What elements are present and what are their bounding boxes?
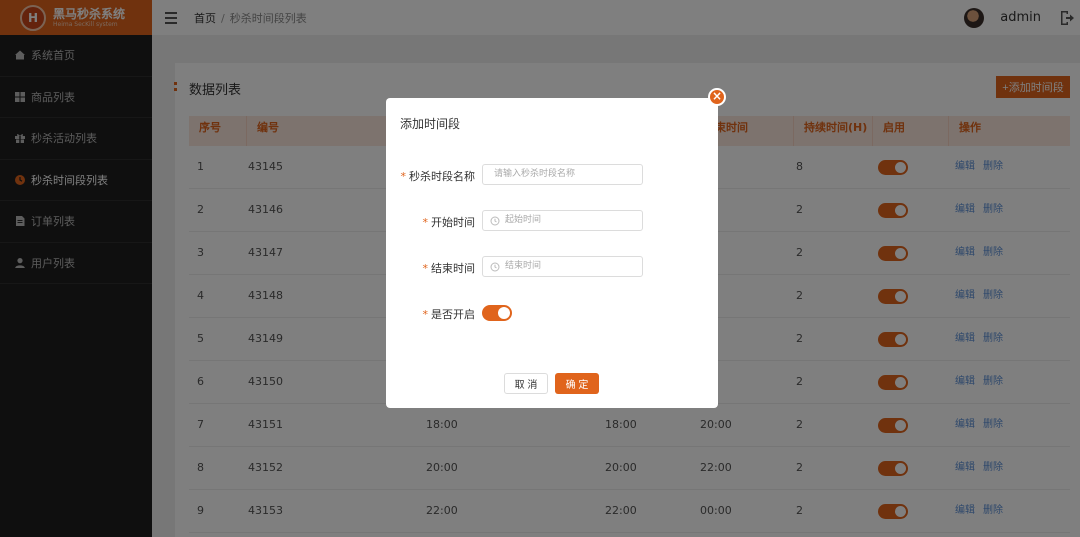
enabled-label: * 是否开启 [422, 308, 476, 321]
name-field-label: * 秒杀时段名称 [400, 170, 476, 183]
confirm-button[interactable]: 确 定 [555, 373, 599, 394]
clock-icon [490, 262, 500, 272]
toggle-knob [498, 307, 510, 319]
start-time-label: * 开始时间 [422, 216, 476, 229]
name-input[interactable]: 请输入秒杀时段名称 [482, 164, 643, 185]
clock-icon [490, 216, 500, 226]
dialog-title: 添加时间段 [400, 117, 461, 131]
end-time-input[interactable]: 结束时间 [482, 256, 643, 277]
add-period-dialog: 添加时间段 × * 秒杀时段名称 请输入秒杀时段名称 * 开始时间 起始时间 * 结束… [386, 88, 726, 408]
close-icon[interactable]: × [708, 88, 726, 106]
enabled-toggle[interactable] [482, 305, 512, 321]
start-time-input[interactable]: 起始时间 [482, 210, 643, 231]
end-time-label: * 结束时间 [422, 262, 476, 275]
cancel-button[interactable]: 取 消 [504, 373, 548, 394]
